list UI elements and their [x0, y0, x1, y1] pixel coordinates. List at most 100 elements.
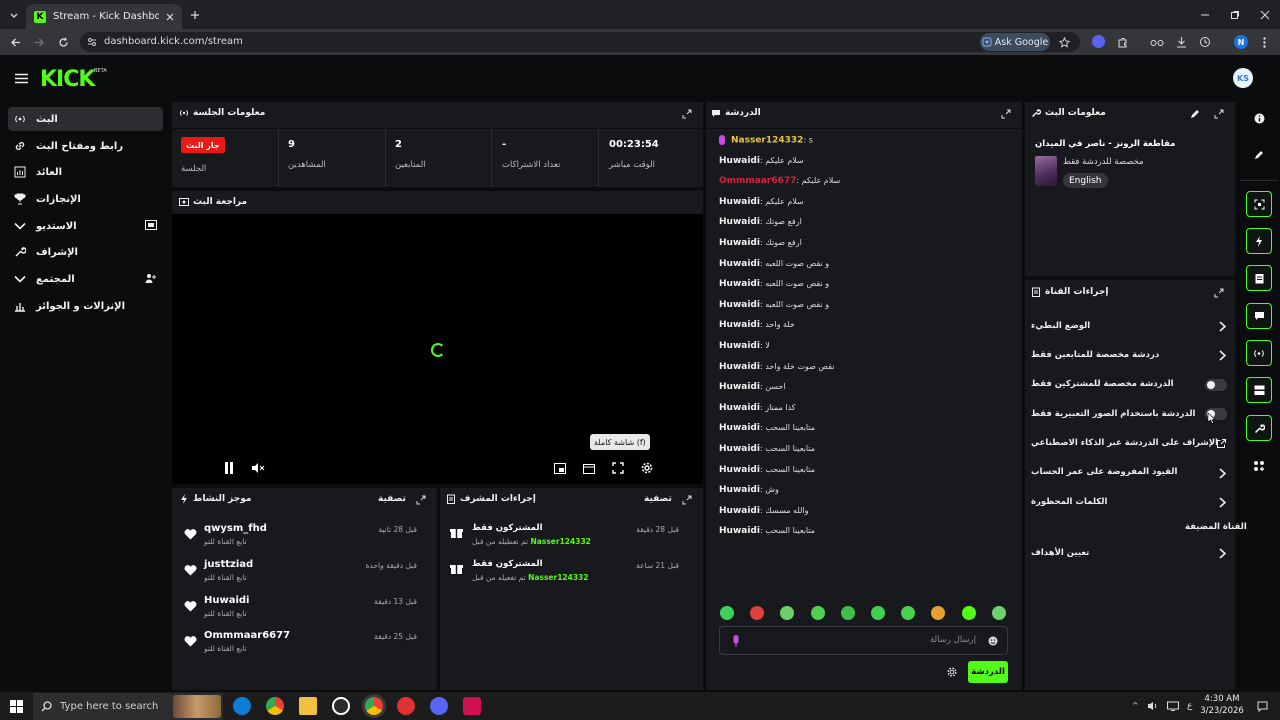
windows-start-icon[interactable]	[9, 699, 23, 713]
chat-username[interactable]: Huwaidi	[719, 526, 760, 536]
chat-username[interactable]: Huwaidi	[719, 156, 760, 166]
chat-username[interactable]: Huwaidi	[719, 341, 760, 351]
new-tab-icon[interactable]	[188, 8, 202, 22]
info-icon[interactable]	[1253, 112, 1265, 124]
site-info-icon[interactable]	[87, 37, 97, 47]
popout-icon[interactable]	[681, 494, 692, 505]
clock-date[interactable]: 3/23/2026	[1200, 706, 1244, 716]
chat-username[interactable]: Nasser124332	[731, 136, 803, 146]
reload-icon[interactable]	[56, 35, 70, 49]
account-age-option[interactable]: القيود المفروضة على عمر الحساب	[1031, 460, 1226, 484]
sidebar-item-drops[interactable]: الإنزالات و الجوائز	[8, 294, 163, 318]
popout-icon[interactable]	[415, 494, 426, 505]
rail-broadcast-button[interactable]	[1246, 340, 1272, 366]
activity-user[interactable]: Ommmaar6677	[204, 630, 290, 641]
ask-google-button[interactable]: Ask Google	[980, 33, 1050, 51]
pause-icon[interactable]	[222, 461, 236, 475]
emote-icon[interactable]	[840, 606, 855, 620]
discord-icon[interactable]	[430, 697, 448, 715]
close-tab-icon[interactable]	[166, 13, 174, 21]
kick-logo[interactable]: KICK	[40, 67, 95, 92]
emote-icon[interactable]	[720, 606, 734, 620]
mod-action-user[interactable]: Nasser124332	[528, 573, 588, 582]
bookmark-star-icon[interactable]	[1058, 36, 1070, 48]
activity-user[interactable]: qwysm_fhd	[204, 523, 267, 534]
rail-activity-button[interactable]	[1246, 228, 1272, 254]
popout-icon[interactable]	[681, 108, 692, 119]
extensions-icon[interactable]	[1116, 36, 1128, 48]
picture-in-picture-icon[interactable]	[553, 461, 567, 475]
keyboard-language[interactable]: ع	[1187, 701, 1192, 711]
edit-pencil-icon[interactable]	[1189, 108, 1200, 119]
profile-icon[interactable]: N	[1234, 35, 1248, 49]
sidebar-item-revenue[interactable]: العائد	[8, 160, 163, 184]
chrome-active-icon[interactable]	[365, 697, 383, 715]
chat-username[interactable]: Huwaidi	[719, 423, 760, 433]
rail-clipboard-button[interactable]	[1246, 265, 1272, 291]
slow-mode-option[interactable]: الوضع البطيء	[1031, 314, 1226, 338]
close-window-icon[interactable]	[1258, 8, 1272, 22]
ai-moderation-option[interactable]: الإشراف على الدردشة عبر الذكاء الاصطناعي	[1031, 431, 1226, 455]
chat-send-button[interactable]: الدردشة	[968, 661, 1008, 683]
emote-icon[interactable]	[931, 606, 946, 620]
set-goals-option[interactable]: تعيين الأهداف	[1031, 541, 1226, 565]
mod-action-user[interactable]: Nasser124332	[531, 537, 591, 546]
clock-time[interactable]: 4:30 AM	[1204, 694, 1240, 704]
chat-username[interactable]: Huwaidi	[719, 444, 760, 454]
forward-icon[interactable]	[32, 35, 46, 49]
edge-icon[interactable]	[233, 697, 251, 715]
emote-icon[interactable]	[991, 606, 1006, 620]
back-icon[interactable]	[8, 35, 22, 49]
sidebar-item-achievements[interactable]: الإنجازات	[8, 187, 163, 211]
emote-icon[interactable]	[961, 606, 976, 620]
chat-username[interactable]: Huwaidi	[719, 197, 760, 207]
minimize-icon[interactable]	[1198, 8, 1212, 22]
followers-only-option[interactable]: دردشة مخصصة للمتابعين فقط	[1031, 343, 1226, 367]
chevron-right-icon[interactable]	[1217, 547, 1227, 559]
chat-username[interactable]: Huwaidi	[719, 217, 760, 227]
emote-only-option[interactable]: الدردشة باستخدام الصور التعبيرية فقط	[1031, 402, 1226, 426]
chat-username[interactable]: Huwaidi	[719, 362, 760, 372]
sidebar-item-studio[interactable]: الاستديو	[8, 214, 163, 238]
restore-icon[interactable]	[1228, 8, 1242, 22]
emote-icon[interactable]	[750, 606, 765, 620]
sidebar-item-community[interactable]: المجتمع	[8, 267, 163, 291]
theater-mode-icon[interactable]	[582, 461, 596, 475]
tray-chevron-icon[interactable]: ^	[1132, 701, 1139, 710]
external-link-icon[interactable]	[1216, 438, 1226, 448]
chat-username[interactable]: Huwaidi	[719, 382, 760, 392]
user-avatar[interactable]: KS	[1233, 68, 1253, 88]
chevron-right-icon[interactable]	[1217, 320, 1227, 332]
app-pink-icon[interactable]	[463, 697, 481, 715]
rail-moderation-button[interactable]	[1246, 415, 1272, 441]
app-red-icon[interactable]	[397, 697, 415, 715]
emote-icon[interactable]	[901, 606, 916, 620]
mod-filter-button[interactable]: تصفية	[644, 494, 672, 504]
network-icon[interactable]	[1167, 701, 1179, 711]
mute-icon[interactable]	[251, 461, 265, 475]
chat-username[interactable]: Huwaidi	[719, 403, 760, 413]
emote-icon[interactable]	[780, 606, 795, 620]
notification-icon[interactable]	[1256, 700, 1268, 712]
sidebar-item-stream[interactable]: البث	[8, 107, 163, 131]
sidebar-item-stream-key[interactable]: رابط ومفتاح البث	[8, 134, 163, 158]
chat-username[interactable]: Huwaidi	[719, 279, 760, 289]
chrome-icon[interactable]	[266, 697, 284, 715]
sidebar-item-moderation[interactable]: الإشراف	[8, 240, 163, 264]
settings-gear-icon[interactable]	[640, 461, 654, 475]
banned-words-option[interactable]: الكلمات المحظورة	[1031, 490, 1226, 514]
browser-tab[interactable]: K Stream - Kick Dashboard	[26, 4, 182, 29]
history-icon[interactable]	[1199, 35, 1211, 48]
tab-search-icon[interactable]	[6, 8, 22, 22]
volume-icon[interactable]	[1147, 701, 1159, 711]
emoji-icon[interactable]	[988, 636, 998, 646]
category-thumbnail[interactable]	[1035, 156, 1057, 186]
chat-username[interactable]: Huwaidi	[719, 465, 760, 475]
download-icon[interactable]	[1175, 35, 1187, 48]
rail-focus-button[interactable]	[1246, 191, 1272, 217]
activity-user[interactable]: justtziad	[204, 559, 253, 570]
chat-username[interactable]: Huwaidi	[719, 238, 760, 248]
chat-username[interactable]: Huwaidi	[719, 320, 760, 330]
activity-user[interactable]: Huwaidi	[204, 595, 250, 606]
emote-icon[interactable]	[810, 606, 825, 620]
